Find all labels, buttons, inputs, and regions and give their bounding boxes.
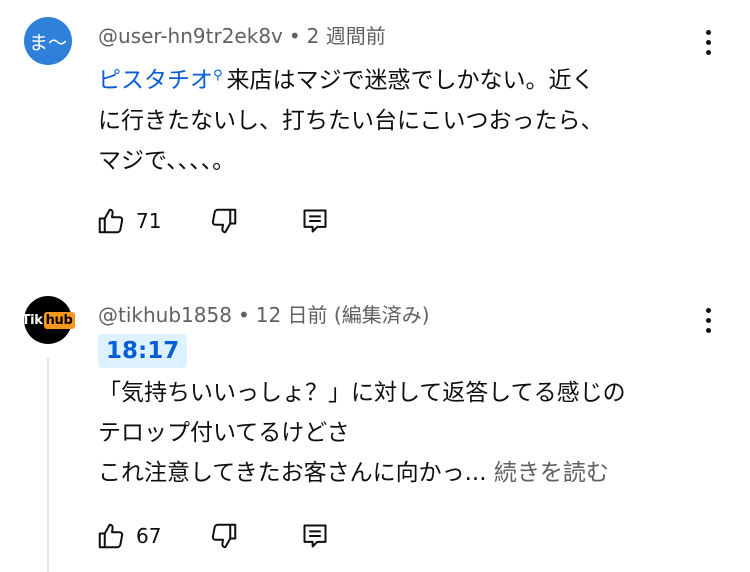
dislike-icon [212,523,237,549]
like-count: 71 [136,209,162,233]
reply-icon [303,209,327,233]
like-icon [98,208,124,234]
avatar-text: Tik [21,312,43,328]
avatar-badge: hub [43,311,75,329]
like-button[interactable]: 67 [96,521,161,551]
avatar[interactable]: Tik hub [21,296,75,344]
comment-item: ま〜 @user-hn9tr2ek8v • 2 週間前 ピスタチオ⚲ 来店はマジで迷惑… [0,0,750,270]
dislike-icon [212,208,237,234]
comment-time[interactable]: 2 週間前 [307,24,386,48]
search-icon: ⚲ [213,68,223,83]
author-name[interactable]: @user-hn9tr2ek8v [98,24,283,48]
thread-line [47,358,49,572]
more-options-icon[interactable] [706,308,712,333]
like-count: 67 [136,524,162,548]
author-name[interactable]: @tikhub1858 [98,303,232,327]
reply-icon [303,524,327,548]
comment-actions: 71 [96,205,329,237]
meta-separator: • [288,24,301,48]
comment-item: Tik hub @tikhub1858 • 12 日前 (編集済み) 18:17 「気… [0,286,750,572]
meta-separator: • [237,303,250,327]
reply-button[interactable] [301,206,329,236]
comment-actions: 67 [96,520,329,552]
reply-button[interactable] [301,521,329,551]
comment-text: 「気持ちいいっしょ？」に対して返答してる感じの テロップ付いてるけどさ これ注意… [98,373,698,493]
like-button[interactable]: 71 [96,206,161,236]
dislike-button[interactable] [209,206,239,236]
avatar[interactable]: ま〜 [24,17,72,65]
timestamp-link[interactable]: 18:17 [98,334,188,368]
avatar-text: ま〜 [28,31,67,54]
more-options-icon[interactable] [706,30,712,55]
dislike-button[interactable] [209,521,239,551]
comment-meta: @tikhub1858 • 12 日前 (編集済み) [98,299,430,328]
read-more-link[interactable]: 続きを読む [494,460,609,486]
comment-meta: @user-hn9tr2ek8v • 2 週間前 [98,20,386,49]
hashtag-link[interactable]: ピスタチオ [98,68,213,94]
comment-text: ピスタチオ⚲ 来店はマジで迷惑でしかない。近く に行きたないし、打ちたい台にこいつ… [98,56,698,181]
comment-time[interactable]: 12 日前 (編集済み) [256,303,430,327]
like-icon [98,523,124,549]
